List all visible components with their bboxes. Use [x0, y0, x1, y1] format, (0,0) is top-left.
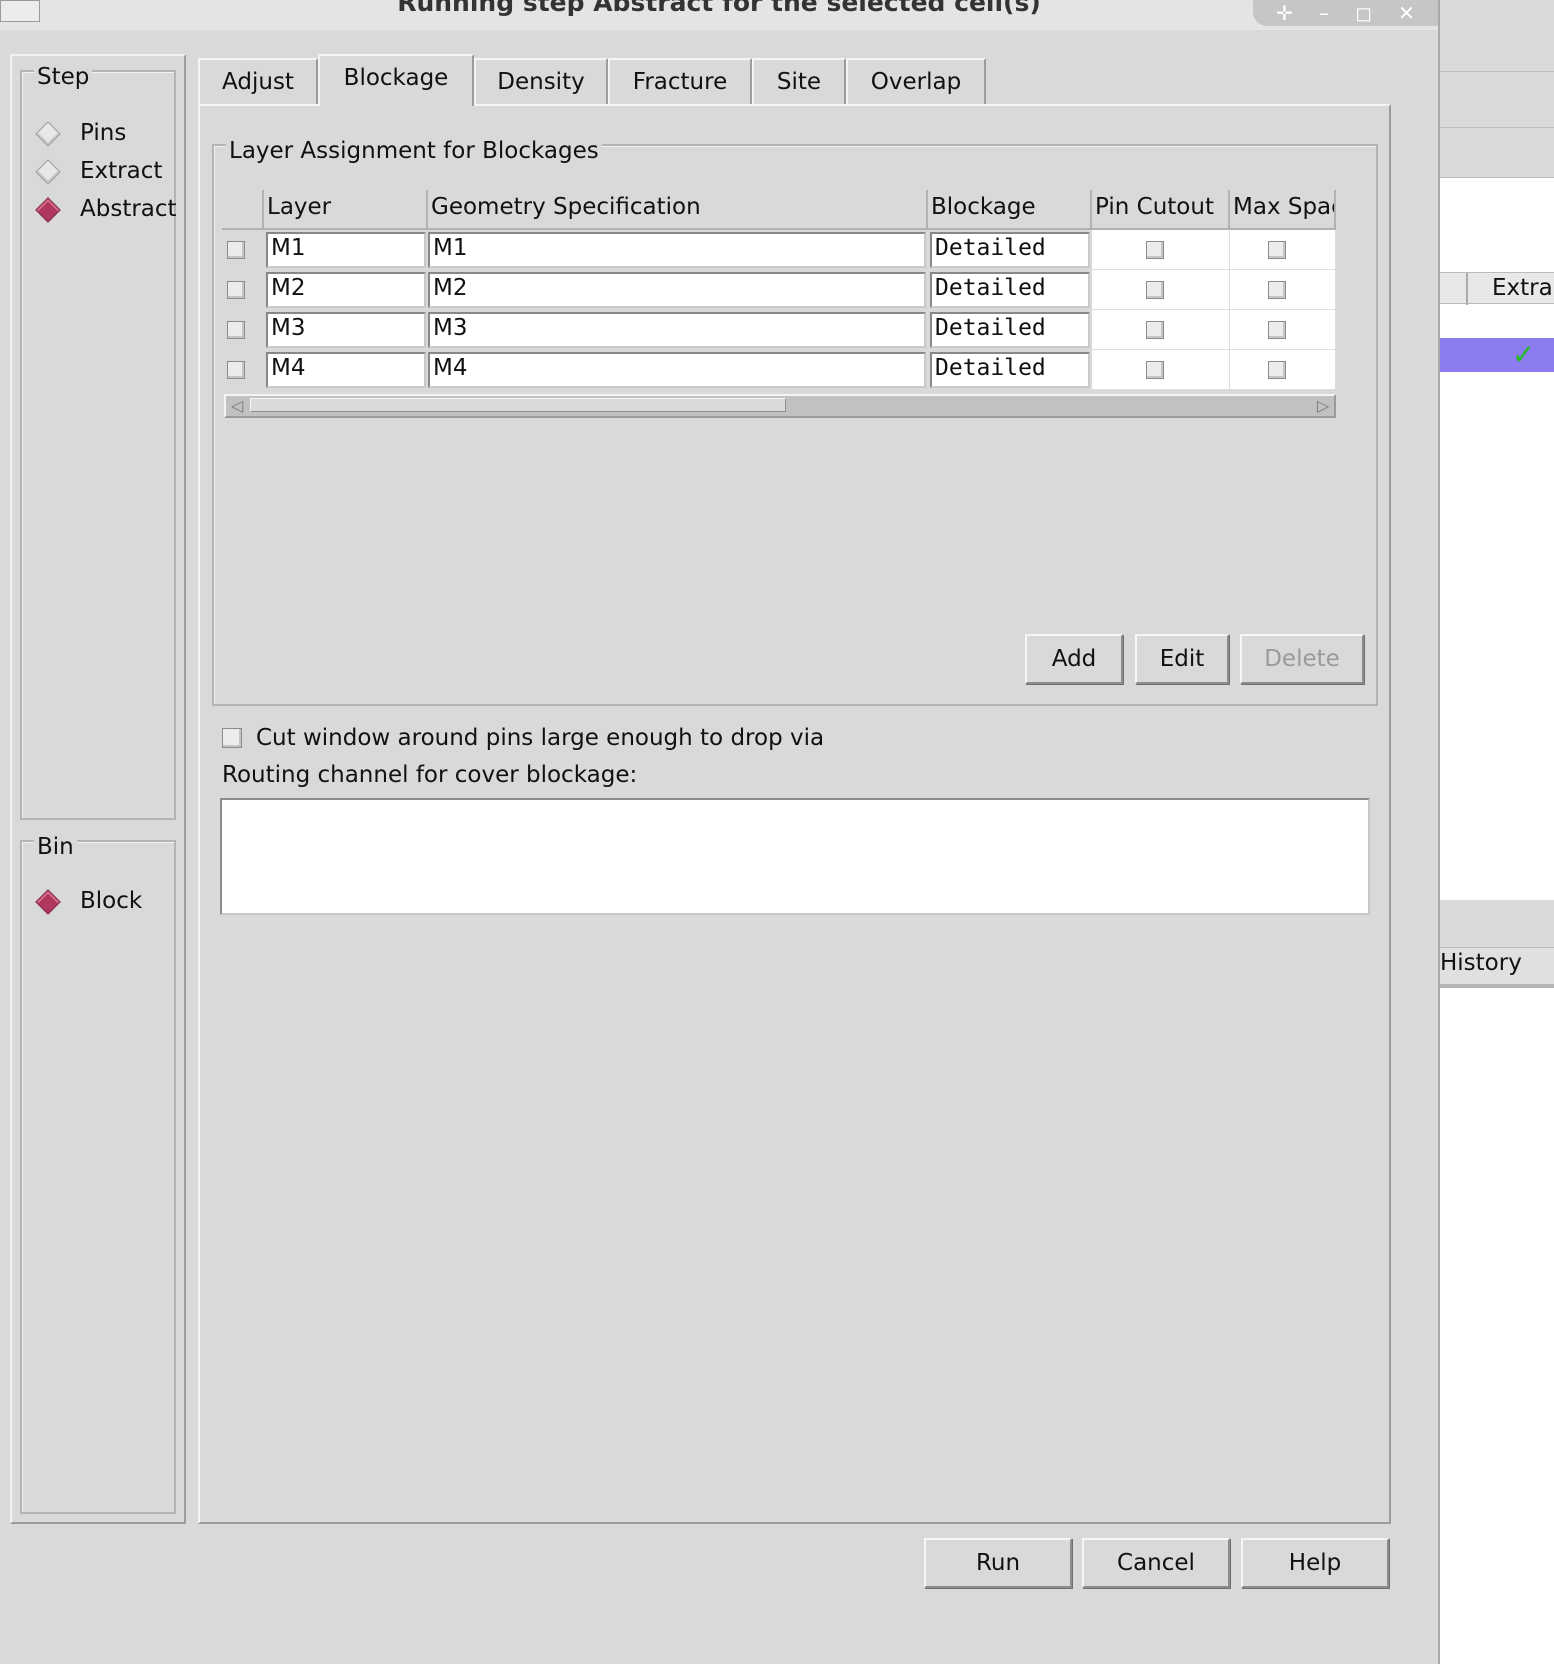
- background-column-header[interactable]: Extrac: [1440, 272, 1554, 305]
- table-row[interactable]: [222, 230, 264, 270]
- background-toolbar-strip-2: [1440, 72, 1554, 128]
- help-button[interactable]: Help: [1241, 1538, 1389, 1588]
- geometry-cell[interactable]: M3: [428, 312, 926, 348]
- blockage-cell[interactable]: Detailed: [930, 352, 1090, 388]
- delete-button[interactable]: Delete: [1240, 634, 1364, 684]
- geometry-cell[interactable]: M1: [428, 232, 926, 268]
- step-option-abstract[interactable]: Abstract: [36, 196, 177, 222]
- column-header-select: [222, 190, 264, 230]
- column-header-pin-cutout[interactable]: Pin Cutout: [1092, 190, 1230, 230]
- max-spacing-checkbox[interactable]: [1268, 241, 1286, 259]
- bin-legend: Bin: [34, 834, 77, 860]
- layer-cell[interactable]: M1: [266, 232, 426, 268]
- radio-button[interactable]: [36, 160, 58, 182]
- window-title: Running step Abstract for the selected c…: [397, 0, 1041, 17]
- radio-button-selected[interactable]: [36, 198, 58, 220]
- checkmark-icon: ✓: [1512, 338, 1536, 371]
- pin-cutout-cell: [1092, 270, 1230, 310]
- column-header-blockage[interactable]: Blockage: [928, 190, 1092, 230]
- layer-cell[interactable]: M2: [266, 272, 426, 308]
- tab-site[interactable]: Site: [752, 58, 846, 104]
- routing-channel-label: Routing channel for cover blockage:: [222, 762, 638, 788]
- bin-group: [20, 840, 176, 1514]
- geometry-cell[interactable]: M2: [428, 272, 926, 308]
- radio-button[interactable]: [36, 122, 58, 144]
- max-spacing-cell: [1230, 230, 1336, 270]
- background-lower-strip: [1440, 900, 1554, 948]
- radio-button-selected[interactable]: [36, 890, 58, 912]
- scroll-left-arrow-icon[interactable]: ◁: [228, 398, 246, 414]
- routing-channel-textarea[interactable]: [220, 798, 1370, 915]
- bin-option-label: Block: [80, 888, 143, 914]
- column-header-geometry[interactable]: Geometry Specification: [428, 190, 928, 230]
- horizontal-scrollbar[interactable]: ◁ ▷: [224, 394, 1336, 418]
- max-spacing-checkbox[interactable]: [1268, 281, 1286, 299]
- column-header-max-spacing[interactable]: Max Spac: [1230, 190, 1336, 230]
- history-tab[interactable]: History: [1440, 948, 1554, 988]
- table-row[interactable]: [222, 310, 264, 350]
- pin-cutout-checkbox[interactable]: [1146, 241, 1164, 259]
- blockage-cell[interactable]: Detailed: [930, 272, 1090, 308]
- row-select-checkbox[interactable]: [227, 241, 245, 259]
- column-header-layer[interactable]: Layer: [264, 190, 428, 230]
- window-controls: ✛ – ◻ ✕: [1253, 0, 1438, 26]
- move-icon[interactable]: ✛: [1276, 3, 1293, 23]
- tab-adjust[interactable]: Adjust: [198, 58, 318, 104]
- run-button[interactable]: Run: [924, 1538, 1072, 1588]
- cancel-button[interactable]: Cancel: [1082, 1538, 1230, 1588]
- row-select-checkbox[interactable]: [227, 361, 245, 379]
- layer-cell[interactable]: M4: [266, 352, 426, 388]
- blockage-cell[interactable]: Detailed: [930, 312, 1090, 348]
- edit-button[interactable]: Edit: [1135, 634, 1229, 684]
- pin-cutout-cell: [1092, 350, 1230, 390]
- bin-option-block[interactable]: Block: [36, 888, 142, 914]
- step-option-label: Extract: [80, 158, 163, 184]
- maximize-icon[interactable]: ◻: [1355, 3, 1372, 23]
- blockage-cell[interactable]: Detailed: [930, 232, 1090, 268]
- max-spacing-cell: [1230, 270, 1336, 310]
- geometry-cell[interactable]: M4: [428, 352, 926, 388]
- tab-fracture[interactable]: Fracture: [608, 58, 752, 104]
- minimize-icon[interactable]: –: [1319, 3, 1329, 23]
- pin-cutout-cell: [1092, 310, 1230, 350]
- layer-cell[interactable]: M3: [266, 312, 426, 348]
- window-menu-button[interactable]: [0, 0, 40, 22]
- cut-window-checkbox[interactable]: [222, 728, 242, 748]
- step-option-extract[interactable]: Extract: [36, 158, 162, 184]
- pin-cutout-checkbox[interactable]: [1146, 281, 1164, 299]
- tab-overlap[interactable]: Overlap: [846, 58, 986, 104]
- tab-density[interactable]: Density: [474, 58, 608, 104]
- table-row[interactable]: [222, 350, 264, 390]
- scroll-right-arrow-icon[interactable]: ▷: [1314, 398, 1332, 414]
- cut-window-option[interactable]: Cut window around pins large enough to d…: [222, 725, 824, 751]
- pin-cutout-checkbox[interactable]: [1146, 321, 1164, 339]
- max-spacing-checkbox[interactable]: [1268, 321, 1286, 339]
- tab-blockage[interactable]: Blockage: [318, 54, 474, 106]
- close-icon[interactable]: ✕: [1398, 3, 1415, 23]
- background-selected-row[interactable]: ✓: [1440, 338, 1554, 372]
- scrollbar-thumb[interactable]: [250, 398, 786, 412]
- pin-cutout-cell: [1092, 230, 1230, 270]
- step-option-label: Pins: [80, 120, 127, 146]
- table-row[interactable]: [222, 270, 264, 310]
- row-select-checkbox[interactable]: [227, 281, 245, 299]
- background-toolbar-strip: [1440, 0, 1554, 72]
- row-select-checkbox[interactable]: [227, 321, 245, 339]
- background-column-label: Extrac: [1492, 275, 1554, 301]
- max-spacing-cell: [1230, 350, 1336, 390]
- layer-assignment-legend: Layer Assignment for Blockages: [226, 138, 602, 164]
- add-button[interactable]: Add: [1025, 634, 1123, 684]
- max-spacing-checkbox[interactable]: [1268, 361, 1286, 379]
- max-spacing-cell: [1230, 310, 1336, 350]
- background-toolbar-strip-3: [1440, 128, 1554, 178]
- pin-cutout-checkbox[interactable]: [1146, 361, 1164, 379]
- step-legend: Step: [34, 64, 93, 90]
- step-option-pins[interactable]: Pins: [36, 120, 126, 146]
- cut-window-label: Cut window around pins large enough to d…: [256, 725, 825, 751]
- step-option-label: Abstract: [80, 196, 177, 222]
- column-separator: [1466, 273, 1468, 305]
- background-window: [1438, 0, 1554, 1664]
